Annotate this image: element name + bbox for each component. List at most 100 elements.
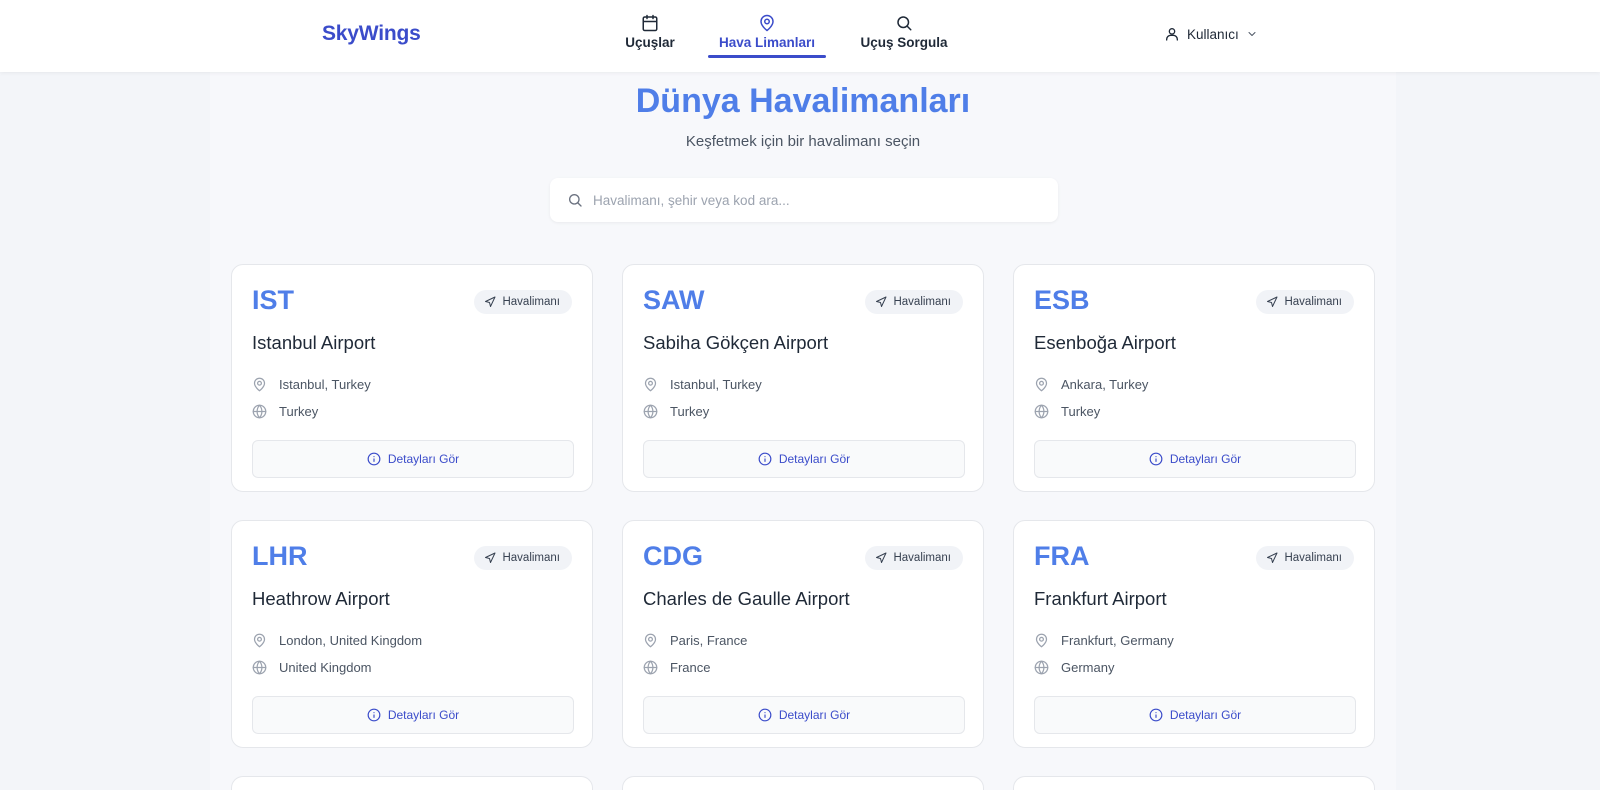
airport-code: LHR: [252, 541, 308, 571]
nav-label: Uçuşlar: [625, 35, 675, 50]
badge-label: Havalimanı: [502, 552, 560, 564]
airport-country: Turkey: [1061, 403, 1101, 419]
airport-country-row: Turkey: [1034, 402, 1100, 420]
user-icon: [1164, 26, 1180, 42]
map-pin-icon: [1034, 633, 1049, 648]
globe-icon: [1034, 404, 1049, 419]
nav-item-airports[interactable]: Hava Limanları: [708, 0, 826, 72]
search-box: [550, 178, 1058, 222]
details-label: Detayları Gör: [387, 708, 460, 722]
airport-country-row: Turkey: [643, 402, 709, 420]
map-pin-icon: [252, 633, 267, 648]
map-pin-icon: [1034, 377, 1049, 392]
airport-card[interactable]: LHR Havalimanı Heathrow Airport London, …: [231, 520, 593, 748]
map-pin-icon: [643, 377, 658, 392]
info-icon: [367, 452, 381, 466]
airport-country-row: United Kingdom: [252, 658, 372, 676]
main-nav: Uçuşlar Hava Limanları Uçuş Sorgula: [612, 0, 966, 72]
airport-type-badge: Havalimanı: [474, 290, 572, 314]
navigation-arrow-icon: [1266, 296, 1278, 308]
badge-label: Havalimanı: [893, 296, 951, 308]
globe-icon: [252, 660, 267, 675]
nav-label: Hava Limanları: [718, 35, 816, 50]
airport-card[interactable]: CDG Havalimanı Charles de Gaulle Airport…: [622, 520, 984, 748]
info-icon: [758, 452, 772, 466]
details-label: Detayları Gör: [1169, 452, 1242, 466]
badge-label: Havalimanı: [502, 296, 560, 308]
airport-city: London, United Kingdom: [279, 632, 423, 648]
airport-country: Germany: [1061, 659, 1115, 675]
view-details-button[interactable]: Detayları Gör: [1034, 696, 1356, 734]
navigation-arrow-icon: [1266, 552, 1278, 564]
airport-code: IST: [252, 285, 295, 315]
view-details-button[interactable]: Detayları Gör: [1034, 440, 1356, 478]
navigation-arrow-icon: [484, 296, 496, 308]
info-icon: [758, 708, 772, 722]
view-details-button[interactable]: Detayları Gör: [643, 696, 965, 734]
airport-code: SAW: [643, 285, 705, 315]
airport-location: Frankfurt, Germany: [1034, 631, 1174, 649]
map-pin-icon: [643, 633, 658, 648]
airport-card-partial[interactable]: [1013, 776, 1375, 790]
main-content: Dünya Havalimanları Keşfetmek için bir h…: [210, 72, 1396, 790]
search-input[interactable]: [593, 192, 1033, 208]
airport-location: London, United Kingdom: [252, 631, 422, 649]
page-subtitle: Keşfetmek için bir havalimanı seçin: [685, 133, 921, 150]
navigation-arrow-icon: [875, 296, 887, 308]
map-pin-icon: [252, 377, 267, 392]
info-icon: [1149, 708, 1163, 722]
airport-card[interactable]: ESB Havalimanı Esenboğa Airport Ankara, …: [1013, 264, 1375, 492]
airport-country: France: [670, 659, 711, 675]
airport-card[interactable]: IST Havalimanı Istanbul Airport Istanbul…: [231, 264, 593, 492]
view-details-button[interactable]: Detayları Gör: [252, 696, 574, 734]
airport-country: Turkey: [279, 403, 319, 419]
view-details-button[interactable]: Detayları Gör: [252, 440, 574, 478]
details-label: Detayları Gör: [387, 452, 460, 466]
airport-code: CDG: [643, 541, 703, 571]
details-label: Detayları Gör: [1169, 708, 1242, 722]
badge-label: Havalimanı: [893, 552, 951, 564]
airport-card-partial[interactable]: [231, 776, 593, 790]
airport-type-badge: Havalimanı: [865, 546, 963, 570]
airport-name: Heathrow Airport: [252, 588, 390, 609]
airport-city: Paris, France: [670, 632, 748, 648]
brand-logo[interactable]: SkyWings: [322, 22, 421, 46]
badge-label: Havalimanı: [1284, 296, 1342, 308]
airport-location: Istanbul, Turkey: [643, 375, 762, 393]
search-icon: [895, 14, 913, 32]
airport-card-partial[interactable]: [622, 776, 984, 790]
globe-icon: [1034, 660, 1049, 675]
airport-type-badge: Havalimanı: [865, 290, 963, 314]
airport-city: Ankara, Turkey: [1061, 376, 1149, 392]
airport-name: Sabiha Gökçen Airport: [643, 332, 829, 353]
user-menu[interactable]: Kullanıcı: [1164, 22, 1258, 46]
globe-icon: [252, 404, 267, 419]
top-navbar: SkyWings Uçuşlar Hava Limanları Uçuş Sor…: [0, 0, 1600, 72]
airport-card[interactable]: FRA Havalimanı Frankfurt Airport Frankfu…: [1013, 520, 1375, 748]
navigation-arrow-icon: [484, 552, 496, 564]
airport-country-row: Germany: [1034, 658, 1114, 676]
nav-item-flight-query[interactable]: Uçuş Sorgula: [842, 0, 966, 72]
user-label: Kullanıcı: [1187, 26, 1239, 42]
airport-name: Charles de Gaulle Airport: [643, 588, 850, 609]
page-title: Dünya Havalimanları: [635, 82, 971, 120]
airport-card[interactable]: SAW Havalimanı Sabiha Gökçen Airport Ist…: [622, 264, 984, 492]
calendar-icon: [641, 14, 659, 32]
airport-location: Ankara, Turkey: [1034, 375, 1148, 393]
chevron-down-icon: [1246, 28, 1258, 40]
airport-code: FRA: [1034, 541, 1090, 571]
nav-item-flights[interactable]: Uçuşlar: [612, 0, 688, 72]
view-details-button[interactable]: Detayları Gör: [643, 440, 965, 478]
airport-city: Istanbul, Turkey: [670, 376, 762, 392]
airport-type-badge: Havalimanı: [1256, 546, 1354, 570]
info-icon: [367, 708, 381, 722]
badge-label: Havalimanı: [1284, 552, 1342, 564]
airport-country: Turkey: [670, 403, 710, 419]
details-label: Detayları Gör: [778, 708, 851, 722]
globe-icon: [643, 660, 658, 675]
nav-label: Uçuş Sorgula: [860, 35, 948, 50]
airport-country-row: Turkey: [252, 402, 318, 420]
airport-name: Esenboğa Airport: [1034, 332, 1176, 353]
info-icon: [1149, 452, 1163, 466]
airport-city: Istanbul, Turkey: [279, 376, 371, 392]
